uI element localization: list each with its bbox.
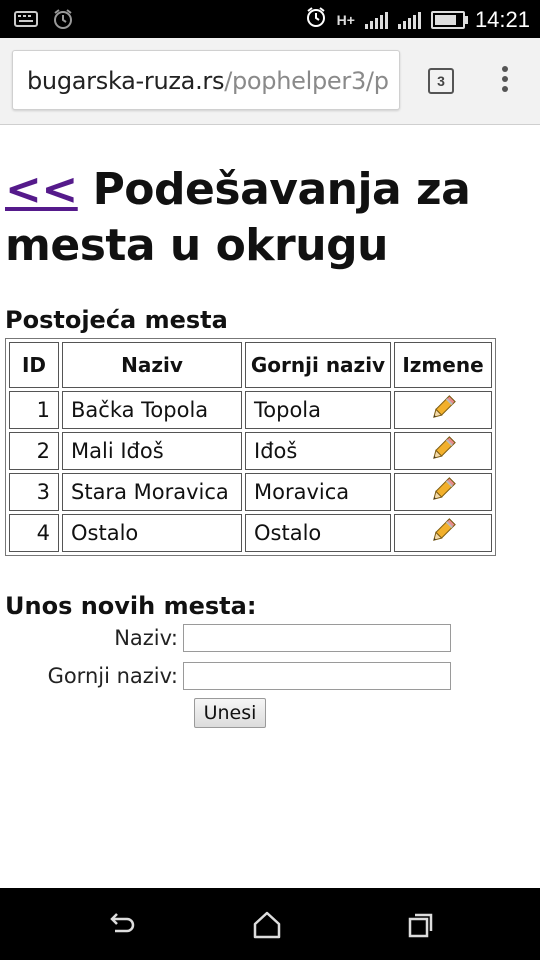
back-link[interactable]: << <box>5 164 78 215</box>
cell-id: 2 <box>9 432 59 470</box>
cell-izmene <box>394 514 492 552</box>
column-header-gornji-naziv: Gornji naziv <box>245 342 391 388</box>
alarm-clock-icon <box>52 8 74 35</box>
table-row: 2 Mali Iđoš Iđoš <box>9 432 492 470</box>
recent-apps-icon[interactable] <box>404 908 438 942</box>
cell-gornji-naziv: Moravica <box>245 473 391 511</box>
overflow-menu-icon[interactable] <box>502 66 510 96</box>
keyboard-icon <box>14 11 38 32</box>
table-row: 1 Bačka Topola Topola <box>9 391 492 429</box>
status-time: 14:21 <box>474 6 530 32</box>
places-table: ID Naziv Gornji naziv Izmene 1 Bačka Topo… <box>5 338 496 556</box>
status-bar: H+ 14:21 <box>0 0 540 38</box>
cell-id: 1 <box>9 391 59 429</box>
tab-switcher-button[interactable]: 3 <box>428 68 454 94</box>
cell-izmene <box>394 432 492 470</box>
browser-toolbar: bugarska-ruza.rs/pophelper3/p 3 <box>0 38 540 125</box>
signal-icon <box>397 11 421 29</box>
url-domain: bugarska-ruza.rs <box>27 67 225 95</box>
pencil-icon[interactable] <box>428 516 458 551</box>
submit-button[interactable]: Unesi <box>194 698 266 728</box>
naziv-label: Naziv: <box>114 626 178 650</box>
url-path: /pophelper3/p <box>224 67 389 95</box>
cell-naziv: Bačka Topola <box>62 391 242 429</box>
battery-icon <box>430 10 468 29</box>
table-row: 4 Ostalo Ostalo <box>9 514 492 552</box>
column-header-izmene: Izmene <box>394 342 492 388</box>
signal-icon <box>364 11 388 29</box>
naziv-input[interactable] <box>183 624 451 652</box>
cell-naziv: Mali Iđoš <box>62 432 242 470</box>
cell-gornji-naziv: Topola <box>245 391 391 429</box>
column-header-naziv: Naziv <box>62 342 242 388</box>
gornji-naziv-label: Gornji naziv: <box>47 664 178 688</box>
home-icon[interactable] <box>250 908 284 942</box>
table-row: 3 Stara Moravica Moravica <box>9 473 492 511</box>
existing-places-heading: Postojeća mesta <box>5 306 228 334</box>
cell-gornji-naziv: Iđoš <box>245 432 391 470</box>
column-header-id: ID <box>9 342 59 388</box>
table-header-row: ID Naziv Gornji naziv Izmene <box>9 342 492 388</box>
cell-id: 4 <box>9 514 59 552</box>
back-icon[interactable] <box>104 908 138 942</box>
cell-gornji-naziv: Ostalo <box>245 514 391 552</box>
new-places-heading: Unos novih mesta: <box>5 592 257 620</box>
cell-izmene <box>394 473 492 511</box>
pencil-icon[interactable] <box>428 393 458 428</box>
navigation-bar <box>0 888 540 960</box>
hplus-icon: H+ <box>336 11 355 28</box>
alarm-icon <box>305 6 327 33</box>
cell-id: 3 <box>9 473 59 511</box>
gornji-naziv-input[interactable] <box>183 662 451 690</box>
pencil-icon[interactable] <box>428 475 458 510</box>
page-title: << Podešavanja za mesta u okrugu <box>5 162 535 274</box>
cell-izmene <box>394 391 492 429</box>
cell-naziv: Ostalo <box>62 514 242 552</box>
address-bar[interactable]: bugarska-ruza.rs/pophelper3/p <box>12 50 400 110</box>
pencil-icon[interactable] <box>428 434 458 469</box>
cell-naziv: Stara Moravica <box>62 473 242 511</box>
